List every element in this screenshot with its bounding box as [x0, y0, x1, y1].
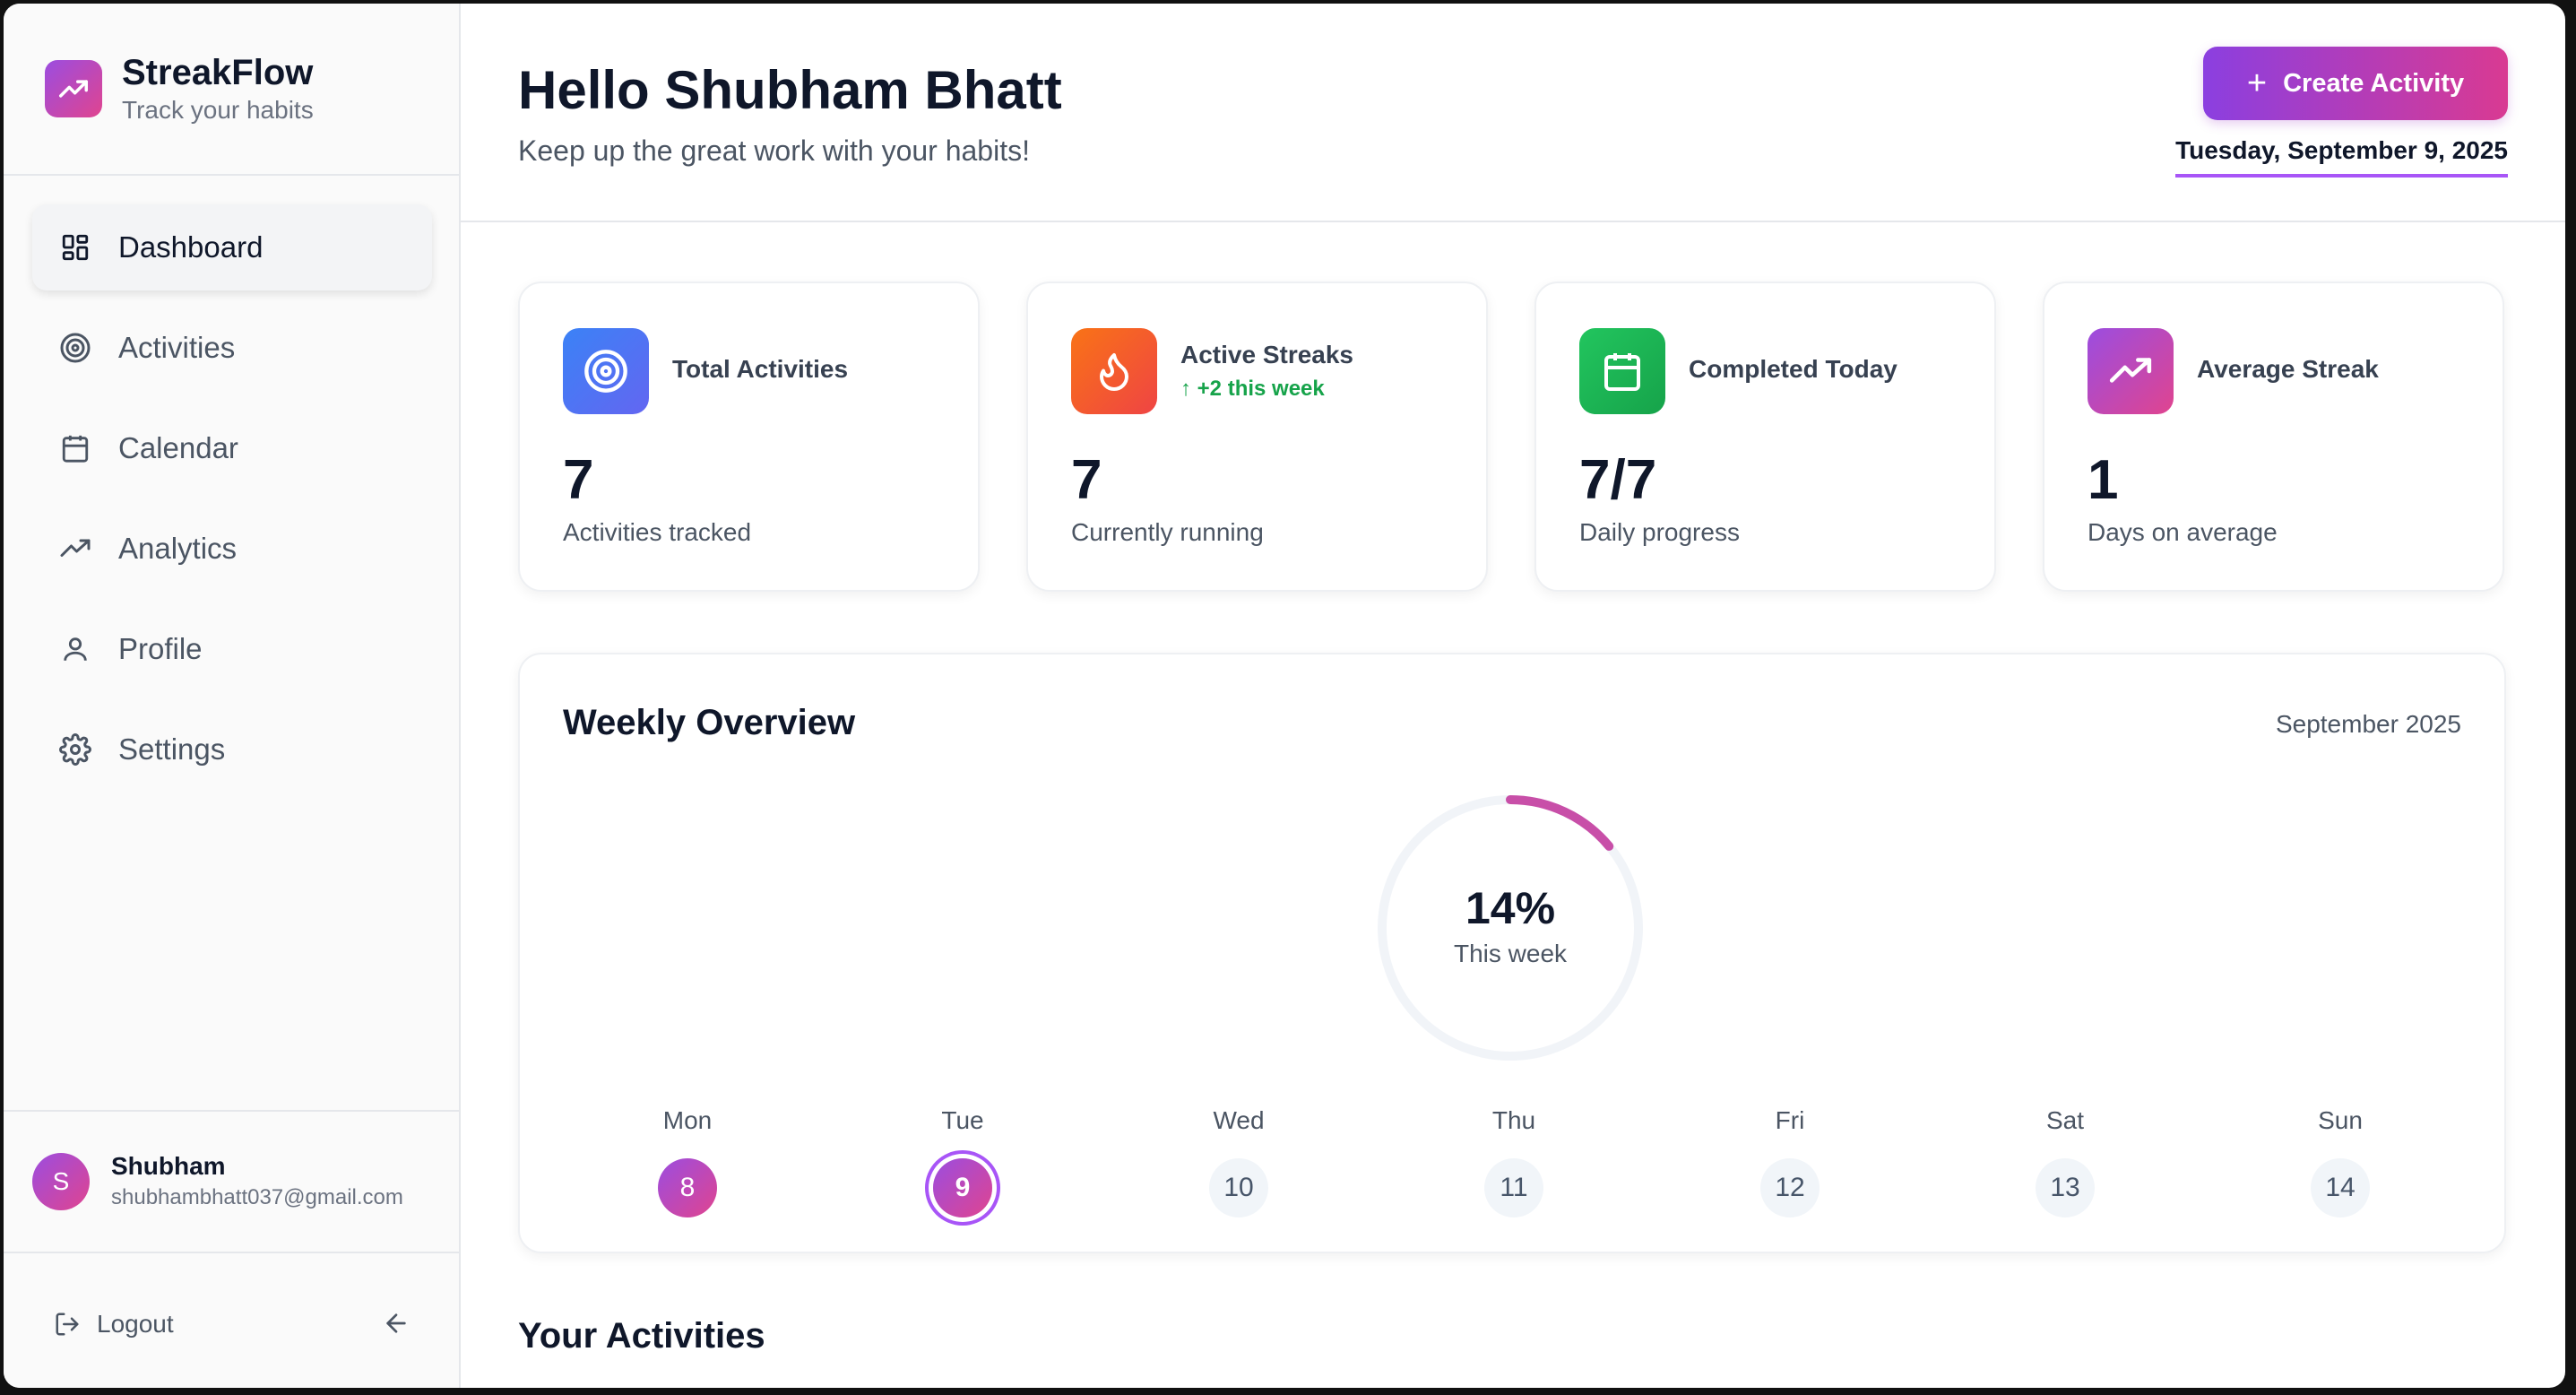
stat-description: Currently running [1071, 518, 1264, 546]
stat-description: Days on average [2088, 518, 2278, 546]
sidebar-item-activities[interactable]: Activities [32, 305, 432, 391]
stat-value: 7 [563, 449, 594, 511]
sidebar-item-dashboard[interactable]: Dashboard [32, 204, 432, 290]
trending-up-icon [2088, 328, 2174, 414]
page-subtitle: Keep up the great work with your habits! [518, 134, 1030, 167]
stats-row: Total Activities 7 Activities tracked Ac… [518, 282, 2504, 592]
weekly-percent: 14% [1465, 883, 1556, 933]
day-number: 12 [1760, 1158, 1820, 1217]
your-activities-title: Your Activities [518, 1316, 765, 1356]
day-number: 11 [1484, 1158, 1543, 1217]
gear-icon [57, 732, 93, 767]
create-activity-button[interactable]: + Create Activity [2203, 47, 2508, 120]
day-number: 14 [2311, 1158, 2370, 1217]
trending-up-icon [57, 531, 93, 567]
day-wed[interactable]: Wed 10 [1185, 1106, 1292, 1217]
calendar-icon [1579, 328, 1665, 414]
sidebar-item-calendar[interactable]: Calendar [32, 405, 432, 491]
sidebar-item-label: Analytics [118, 532, 238, 565]
collapse-arrow-icon[interactable] [382, 1309, 411, 1338]
page-title: Hello Shubham Bhatt [518, 60, 1062, 120]
sidebar-nav: Dashboard Activities Calendar Analytics [4, 176, 459, 793]
user-email: shubhambhatt037@gmail.com [111, 1185, 403, 1209]
stat-title: Average Streak [2197, 355, 2379, 383]
stat-title: Completed Today [1689, 355, 1897, 383]
sidebar-item-label: Settings [118, 732, 226, 766]
current-date: Tuesday, September 9, 2025 [2175, 136, 2508, 178]
day-name: Mon [662, 1106, 713, 1134]
day-name: Fri [1775, 1106, 1805, 1134]
sidebar-item-label: Dashboard [118, 230, 264, 264]
target-icon [563, 328, 649, 414]
stat-trend: ↑ +2 this week [1180, 377, 1325, 401]
user-card[interactable]: S Shubham shubhambhatt037@gmail.com [4, 1110, 459, 1253]
day-fri[interactable]: Fri 12 [1736, 1106, 1844, 1217]
stat-value: 1 [2088, 449, 2119, 511]
day-tue[interactable]: Tue 9 [909, 1106, 1016, 1217]
sidebar-item-analytics[interactable]: Analytics [32, 506, 432, 592]
day-number: 8 [658, 1158, 717, 1217]
main-content: Hello Shubham Bhatt Keep up the great wo… [461, 4, 2565, 1388]
trending-up-logo-icon [45, 60, 102, 117]
weekly-month: September 2025 [2275, 710, 2461, 738]
stat-card-completed-today: Completed Today 7/7 Daily progress [1534, 282, 1996, 592]
logout-button[interactable]: Logout [97, 1310, 174, 1339]
day-mon[interactable]: Mon 8 [634, 1106, 741, 1217]
weekly-overview-card: Weekly Overview September 2025 14% This … [518, 653, 2506, 1253]
stat-card-active-streaks: Active Streaks ↑ +2 this week 7 Currentl… [1026, 282, 1488, 592]
day-name: Thu [1491, 1106, 1536, 1134]
app-window: StreakFlow Track your habits Dashboard A… [4, 4, 2565, 1388]
day-name: Sat [2045, 1106, 2085, 1134]
logout-icon [54, 1311, 81, 1338]
stat-card-total-activities: Total Activities 7 Activities tracked [518, 282, 980, 592]
brand-subtitle: Track your habits [122, 96, 314, 124]
calendar-icon [57, 430, 93, 466]
stat-value: 7 [1071, 449, 1102, 511]
sidebar: StreakFlow Track your habits Dashboard A… [4, 4, 461, 1388]
stat-card-average-streak: Average Streak 1 Days on average [2043, 282, 2504, 592]
logout-row: Logout [4, 1284, 459, 1365]
sidebar-item-label: Calendar [118, 431, 238, 464]
weekly-caption: This week [1453, 940, 1568, 967]
dashboard-icon [57, 230, 93, 265]
stat-description: Activities tracked [563, 518, 752, 546]
user-icon [57, 631, 93, 667]
stat-value: 7/7 [1579, 449, 1657, 511]
day-number: 13 [2036, 1158, 2095, 1217]
weekly-overview-title: Weekly Overview [563, 703, 856, 742]
day-sun[interactable]: Sun 14 [2286, 1106, 2394, 1217]
day-name: Tue [941, 1106, 984, 1134]
day-number: 10 [1209, 1158, 1268, 1217]
week-days: Mon 8 Tue 9 Wed 10 Thu 11 Fri 12 Sat 13 … [520, 1106, 2504, 1232]
target-icon [57, 330, 93, 366]
user-name: Shubham [111, 1152, 226, 1180]
stat-title: Total Activities [672, 355, 849, 383]
sidebar-item-label: Activities [118, 331, 236, 364]
day-thu[interactable]: Thu 11 [1460, 1106, 1568, 1217]
create-activity-label: Create Activity [2283, 68, 2465, 98]
day-name: Sun [2318, 1106, 2363, 1134]
day-sat[interactable]: Sat 13 [2011, 1106, 2119, 1217]
plus-icon: + [2246, 64, 2268, 102]
sidebar-item-profile[interactable]: Profile [32, 606, 432, 692]
avatar: S [32, 1153, 90, 1210]
day-name: Wed [1213, 1106, 1265, 1134]
sidebar-item-label: Profile [118, 632, 203, 665]
stat-title: Active Streaks [1180, 341, 1354, 368]
brand-title: StreakFlow [122, 53, 314, 92]
stat-description: Daily progress [1579, 518, 1740, 546]
brand: StreakFlow Track your habits [4, 4, 459, 176]
day-number: 9 [933, 1158, 992, 1217]
flame-icon [1071, 328, 1157, 414]
sidebar-item-settings[interactable]: Settings [32, 706, 432, 793]
page-header: Hello Shubham Bhatt Keep up the great wo… [461, 4, 2565, 222]
